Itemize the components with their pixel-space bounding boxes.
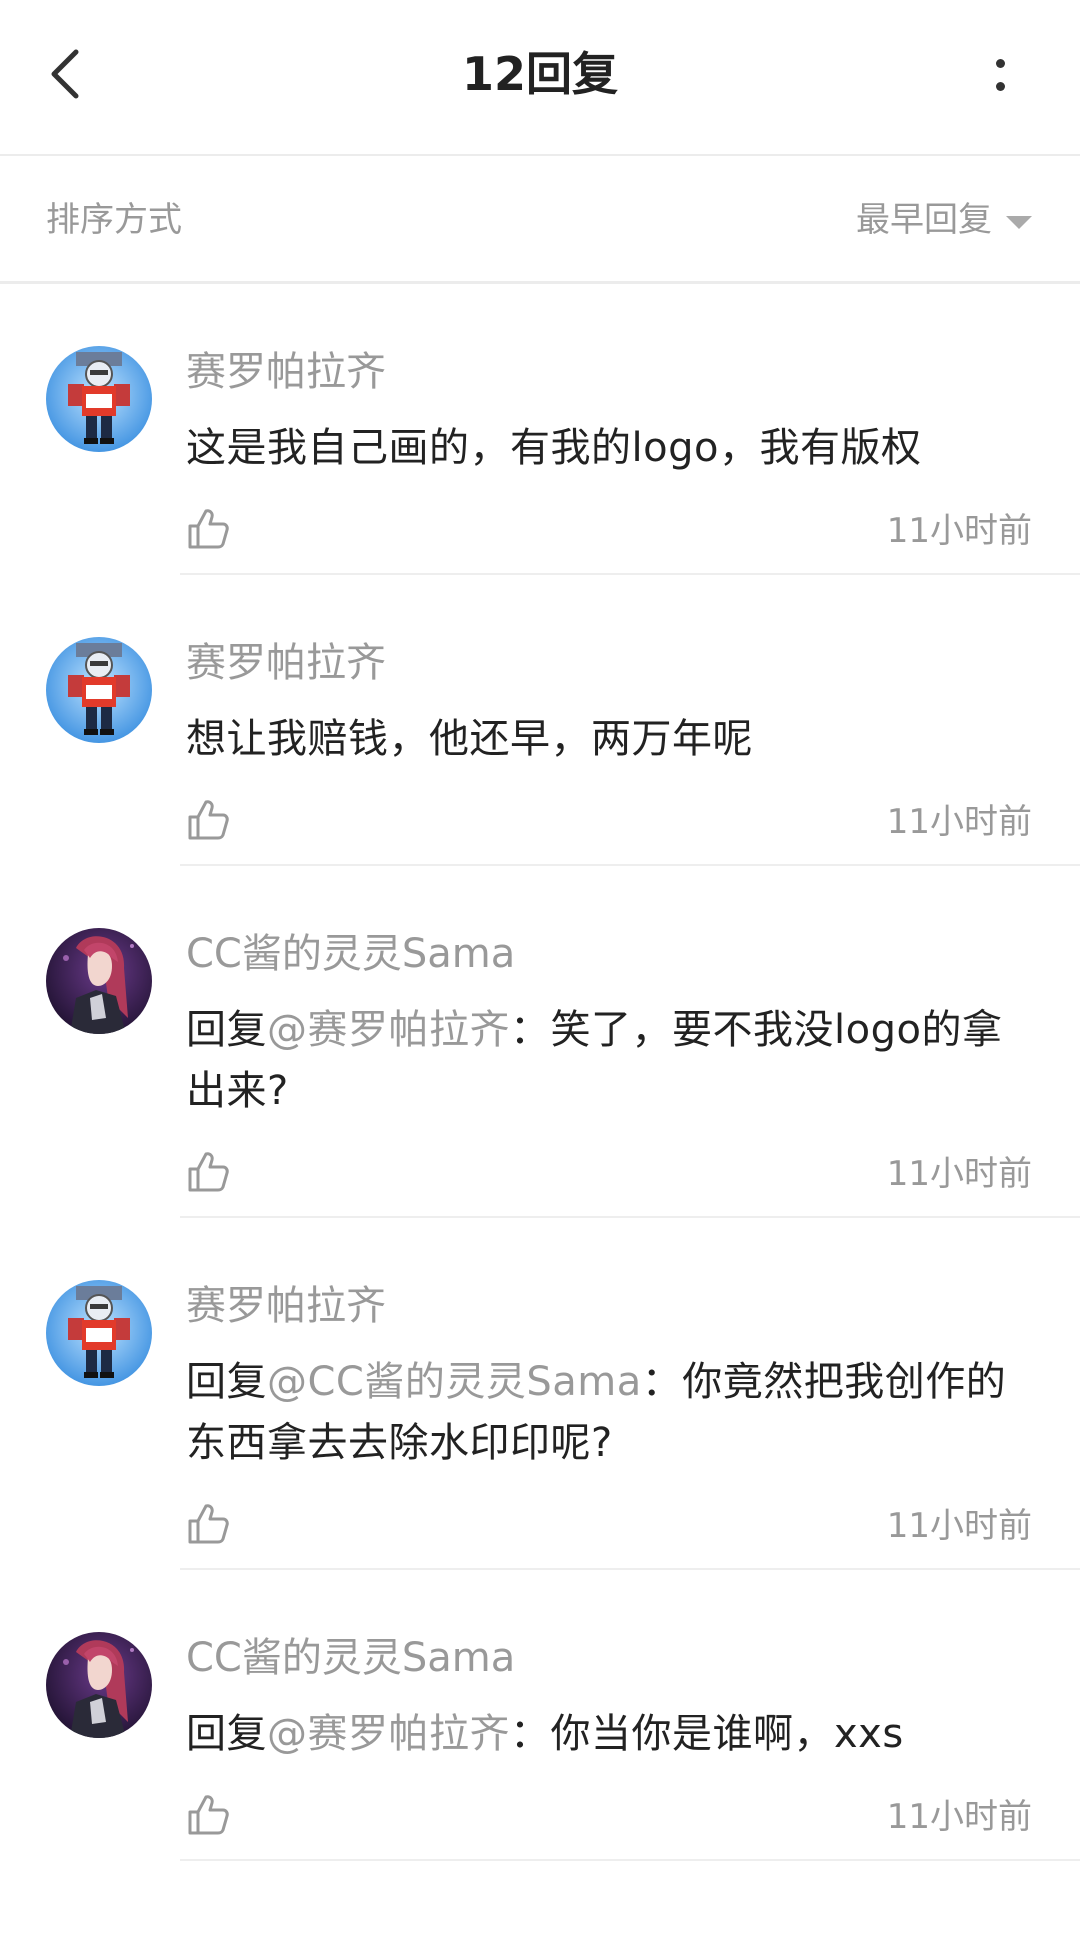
reply-timestamp: 11小时前 xyxy=(886,1154,1032,1194)
like-button[interactable] xyxy=(178,1494,238,1554)
reply-timestamp: 11小时前 xyxy=(886,1797,1032,1837)
reply-prefix: 回复 xyxy=(186,1007,267,1053)
mention-link[interactable]: @赛罗帕拉齐 xyxy=(267,1007,510,1053)
sort-dropdown[interactable]: 最早回复 xyxy=(856,198,1032,242)
like-button[interactable] xyxy=(178,790,238,850)
anime-girl-avatar-image xyxy=(46,928,152,1034)
reply-footer: 11小时前 xyxy=(186,493,1032,573)
reply-content: 这是我自己画的，有我的logo，我有版权 xyxy=(186,418,1032,479)
robot-avatar[interactable] xyxy=(46,346,152,452)
anime-girl-avatar-image xyxy=(46,1632,152,1738)
sort-selected-value: 最早回复 xyxy=(856,200,992,240)
sort-label: 排序方式 xyxy=(46,200,182,240)
robot-avatar[interactable] xyxy=(46,1280,152,1386)
like-button[interactable] xyxy=(178,1142,238,1202)
username[interactable]: 赛罗帕拉齐 xyxy=(186,344,1032,400)
reply-text: 想让我赔钱，他还早，两万年呢 xyxy=(186,716,753,762)
thumbs-up-icon xyxy=(188,800,229,840)
like-button[interactable] xyxy=(178,1785,238,1845)
username[interactable]: CC酱的灵灵Sama xyxy=(186,1630,1032,1686)
robot-avatar[interactable] xyxy=(46,637,152,743)
reply-timestamp: 11小时前 xyxy=(886,1506,1032,1546)
reply-text: ：你当你是谁啊，xxs xyxy=(510,1711,904,1757)
reply-item: 赛罗帕拉齐 回复@CC酱的灵灵Sama：你竟然把我创作的东西拿去去除水印印呢? … xyxy=(0,1218,1080,1570)
page-title: 12回复 xyxy=(461,47,618,101)
reply-item: CC酱的灵灵Sama 回复@赛罗帕拉齐：你当你是谁啊，xxs 11小时前 xyxy=(0,1570,1080,1861)
robot-avatar-image xyxy=(46,346,152,452)
reply-footer: 11小时前 xyxy=(186,1488,1032,1568)
reply-content: 回复@赛罗帕拉齐：你当你是谁啊，xxs xyxy=(186,1704,1032,1765)
reply-timestamp: 11小时前 xyxy=(886,802,1032,842)
reply-prefix: 回复 xyxy=(186,1711,267,1757)
more-options-button[interactable] xyxy=(980,40,1020,110)
username[interactable]: 赛罗帕拉齐 xyxy=(186,1278,1032,1334)
thumbs-up-icon xyxy=(188,1795,229,1835)
reply-item: CC酱的灵灵Sama 回复@赛罗帕拉齐：笑了，要不我没logo的拿出来? 11小… xyxy=(0,866,1080,1218)
divider xyxy=(180,1859,1080,1861)
thumbs-up-icon xyxy=(188,509,229,549)
mention-link[interactable]: @CC酱的灵灵Sama xyxy=(267,1359,642,1405)
username[interactable]: CC酱的灵灵Sama xyxy=(186,926,1032,982)
like-button[interactable] xyxy=(178,499,238,559)
reply-footer: 11小时前 xyxy=(186,784,1032,864)
reply-prefix: 回复 xyxy=(186,1359,267,1405)
robot-avatar-image xyxy=(46,637,152,743)
thumbs-up-icon xyxy=(188,1504,229,1544)
reply-content: 回复@赛罗帕拉齐：笑了，要不我没logo的拿出来? xyxy=(186,1000,1032,1122)
reply-footer: 11小时前 xyxy=(186,1136,1032,1216)
more-vertical-icon xyxy=(995,59,1005,68)
username[interactable]: 赛罗帕拉齐 xyxy=(186,635,1032,691)
top-bar: 12回复 xyxy=(0,0,1080,156)
reply-timestamp: 11小时前 xyxy=(886,511,1032,551)
thumbs-up-icon xyxy=(188,1152,229,1192)
reply-content: 回复@CC酱的灵灵Sama：你竟然把我创作的东西拿去去除水印印呢? xyxy=(186,1352,1032,1474)
reply-item: 赛罗帕拉齐 想让我赔钱，他还早，两万年呢 11小时前 xyxy=(0,575,1080,866)
sort-bar: 排序方式 最早回复 xyxy=(0,156,1080,284)
reply-footer: 11小时前 xyxy=(186,1779,1032,1859)
more-vertical-icon-dot xyxy=(995,82,1005,91)
anime-girl-avatar[interactable] xyxy=(46,928,152,1034)
reply-list: 赛罗帕拉齐 这是我自己画的，有我的logo，我有版权 11小时前 赛罗帕拉齐 想… xyxy=(0,284,1080,1861)
caret-down-icon xyxy=(1006,215,1032,229)
robot-avatar-image xyxy=(46,1280,152,1386)
reply-item: 赛罗帕拉齐 这是我自己画的，有我的logo，我有版权 11小时前 xyxy=(0,284,1080,575)
reply-content: 想让我赔钱，他还早，两万年呢 xyxy=(186,709,1032,770)
reply-text: 这是我自己画的，有我的logo，我有版权 xyxy=(186,425,922,471)
anime-girl-avatar[interactable] xyxy=(46,1632,152,1738)
mention-link[interactable]: @赛罗帕拉齐 xyxy=(267,1711,510,1757)
